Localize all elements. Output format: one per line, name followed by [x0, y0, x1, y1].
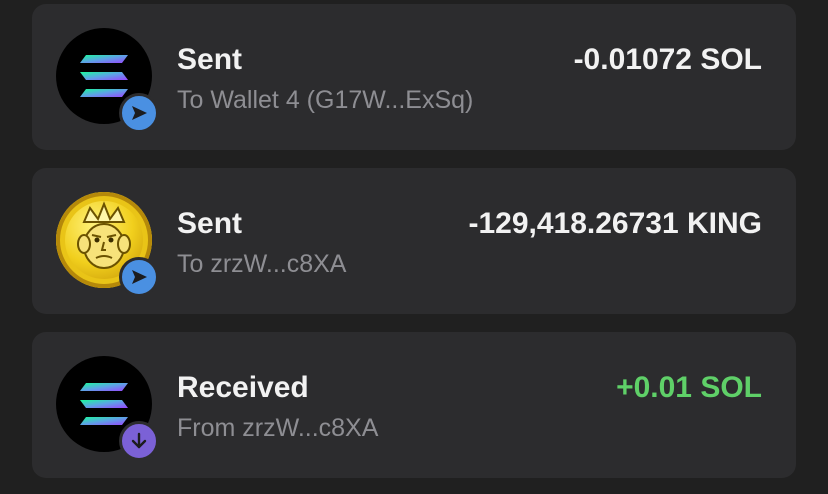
transaction-counterparty: To Wallet 4 (G17W...ExSq) — [177, 86, 474, 114]
transaction-amount: -129,418.26731 KING — [468, 207, 762, 240]
transaction-type: Sent — [177, 207, 243, 240]
transaction-amount: -0.01072 SOL — [573, 43, 762, 76]
transaction-list: Sent To Wallet 4 (G17W...ExSq) -0.01072 … — [0, 0, 828, 494]
transaction-row[interactable]: Sent To Wallet 4 (G17W...ExSq) -0.01072 … — [32, 4, 796, 150]
receive-arrow-icon — [119, 421, 159, 461]
transaction-type: Received — [177, 371, 309, 404]
transaction-counterparty: From zrzW...c8XA — [177, 414, 379, 442]
send-arrow-icon — [119, 257, 159, 297]
transaction-counterparty: To zrzW...c8XA — [177, 250, 347, 278]
send-arrow-icon — [119, 93, 159, 133]
transaction-amount: +0.01 SOL — [616, 371, 762, 404]
transaction-row[interactable]: Received From zrzW...c8XA +0.01 SOL — [32, 332, 796, 478]
transaction-row[interactable]: Sent To zrzW...c8XA -129,418.26731 KING — [32, 168, 796, 314]
transaction-type: Sent — [177, 43, 243, 76]
